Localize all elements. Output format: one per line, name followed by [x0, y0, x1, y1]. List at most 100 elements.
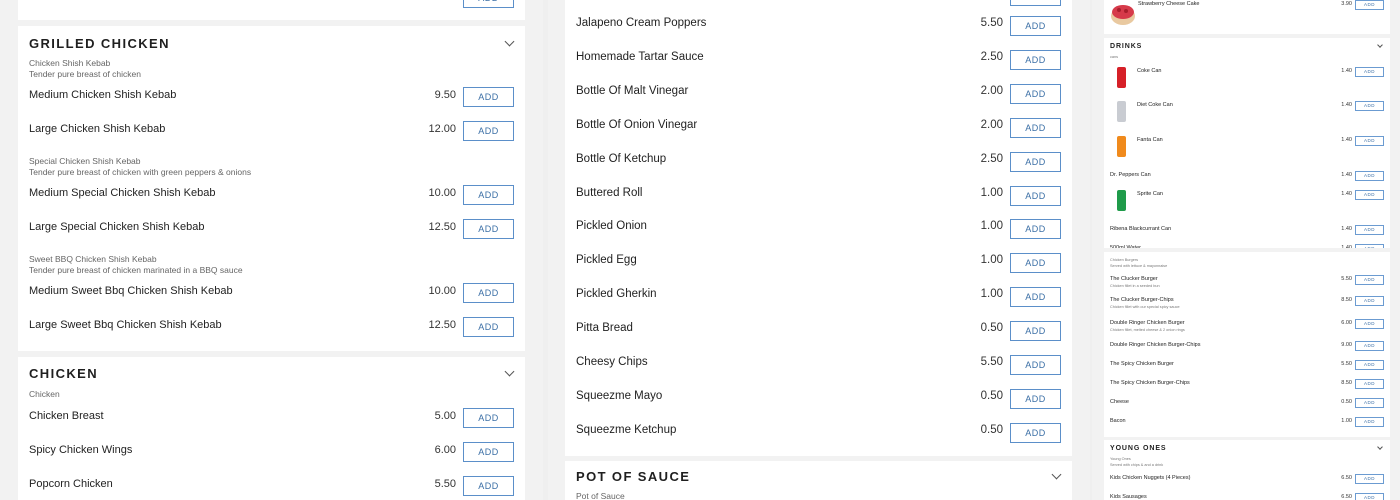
item-price: 2.00 — [980, 118, 1003, 131]
item-price: 2.50 — [980, 152, 1003, 165]
item-name: Spicy Chicken Wings — [29, 444, 133, 456]
item-name: Double Ringer Chicken Burger-Chips — [1110, 342, 1201, 348]
add-button[interactable]: ADD — [1010, 185, 1061, 206]
group-title: Chicken Shish Kebab — [29, 58, 111, 68]
add-button[interactable]: ADD — [1355, 296, 1384, 306]
item-price: 8.50 — [1341, 380, 1352, 386]
item-price: 1.00 — [980, 254, 1003, 267]
item-name: Large Special Chicken Shish Kebab — [29, 221, 205, 233]
item-name: Large Sweet Bbq Chicken Shish Kebab — [29, 319, 222, 331]
add-button[interactable]: ADD — [1355, 474, 1384, 484]
add-button[interactable]: ADD — [1355, 244, 1384, 248]
item-price: 1.40 — [1341, 245, 1352, 248]
item-name: Jalapeno Cream Poppers — [576, 17, 707, 29]
item-name: Pickled Egg — [576, 254, 637, 267]
item-price: 5.50 — [1341, 361, 1352, 367]
add-button[interactable]: ADD — [463, 408, 514, 428]
add-button[interactable]: ADD — [463, 0, 514, 8]
add-button[interactable]: ADD — [1010, 287, 1061, 308]
add-button[interactable]: ADD — [1355, 190, 1384, 200]
item-name: Medium Chicken Shish Kebab — [29, 89, 177, 101]
add-button[interactable]: ADD — [1355, 275, 1384, 285]
add-button[interactable]: ADD — [1010, 388, 1061, 409]
add-button[interactable]: ADD — [463, 185, 514, 205]
section-chicken: CHICKEN Chicken Chicken Breast 5.00 ADD … — [18, 357, 525, 500]
right-column: Strawberry Cheese Cake 3.90 ADD DRINKS c… — [1092, 0, 1400, 500]
item-price: 5.50 — [980, 17, 1003, 29]
add-button[interactable]: ADD — [463, 121, 514, 141]
item-description: Chicken fillet, melted cheese & 2 onion … — [1110, 328, 1185, 332]
item-price: 1.40 — [1341, 102, 1352, 108]
add-button[interactable]: ADD — [463, 219, 514, 239]
item-name: Double Ringer Chicken Burger — [1110, 320, 1185, 326]
add-button[interactable]: ADD — [1355, 379, 1384, 389]
previous-section-tail: ADD — [18, 0, 525, 20]
add-button[interactable]: ADD — [1355, 341, 1384, 351]
section-drinks: DRINKS cans Coke Can 1.40 ADD Diet Coke Can… — [1104, 38, 1390, 248]
item-name: Chicken Breast — [29, 410, 104, 422]
group-title: Young Ones — [1110, 457, 1131, 461]
item-name: Homemade Tartar Sauce — [576, 50, 704, 63]
chevron-down-icon[interactable] — [1377, 42, 1383, 48]
group-description: Tender pure breast of chicken with green… — [29, 167, 252, 177]
item-name: Pitta Bread — [576, 322, 633, 335]
item-price: 0.50 — [1341, 399, 1352, 405]
add-button[interactable]: ADD — [1355, 493, 1384, 500]
add-button[interactable]: ADD — [1355, 67, 1384, 77]
add-button[interactable]: ADD — [1010, 355, 1061, 375]
section-title: POT OF SAUCE — [576, 469, 691, 484]
item-name: Pickled Onion — [576, 220, 647, 233]
group-title: Special Chicken Shish Kebab — [29, 156, 141, 166]
item-name: Cheese — [1110, 399, 1129, 405]
add-button[interactable]: ADD — [1010, 83, 1061, 104]
add-button[interactable]: ADD — [1010, 253, 1061, 274]
add-button[interactable]: ADD — [1355, 417, 1384, 427]
item-name: 500ml Water — [1110, 245, 1141, 248]
add-button[interactable]: ADD — [1010, 16, 1061, 36]
item-name: Squeezme Mayo — [576, 389, 663, 402]
item-price: 1.00 — [980, 220, 1003, 233]
item-name: Squeezme Ketchup — [576, 423, 677, 436]
item-price: 10.00 — [428, 187, 456, 199]
add-button[interactable]: ADD — [1355, 319, 1384, 329]
add-button[interactable]: ADD — [463, 476, 514, 496]
add-button[interactable]: ADD — [463, 283, 514, 303]
item-price: 1.40 — [1341, 172, 1352, 178]
add-button[interactable]: ADD — [463, 442, 514, 462]
chevron-down-icon[interactable] — [504, 366, 515, 377]
add-button[interactable]: ADD — [463, 87, 514, 107]
add-button[interactable]: ADD — [463, 317, 514, 337]
add-button[interactable]: ADD — [1010, 219, 1061, 240]
group-description: Served with lettuce & mayonnaise — [1110, 264, 1168, 268]
middle-column: ADD Jalapeno Cream Poppers 5.50 ADD Homemad… — [548, 0, 1090, 500]
add-button[interactable]: ADD — [1010, 321, 1061, 342]
item-price: 0.50 — [980, 423, 1003, 436]
item-price: 5.50 — [1341, 276, 1352, 282]
item-price: 5.00 — [434, 410, 456, 422]
group-title: Sweet BBQ Chicken Shish Kebab — [29, 254, 157, 264]
add-button[interactable]: ADD — [1355, 360, 1384, 370]
item-price: 1.00 — [1341, 418, 1352, 424]
add-button[interactable]: ADD — [1010, 49, 1061, 70]
item-name: The Clucker Burger — [1110, 276, 1158, 282]
chevron-down-icon[interactable] — [1377, 444, 1383, 450]
item-name: Bottle Of Malt Vinegar — [576, 84, 689, 97]
item-name: Sprite Can — [1137, 191, 1163, 197]
add-button[interactable]: ADD — [1355, 225, 1384, 235]
dessert-item: Strawberry Cheese Cake 3.90 ADD — [1104, 0, 1390, 34]
section-title: DRINKS — [1110, 43, 1143, 50]
add-button[interactable]: ADD — [1010, 422, 1061, 443]
add-button[interactable]: ADD — [1010, 117, 1061, 138]
add-button[interactable]: ADD — [1355, 171, 1384, 181]
add-button[interactable]: ADD — [1010, 0, 1061, 6]
item-price: 10.00 — [428, 285, 456, 297]
add-button[interactable]: ADD — [1355, 398, 1384, 408]
add-button[interactable]: ADD — [1355, 101, 1384, 111]
chevron-down-icon[interactable] — [504, 36, 515, 47]
add-button[interactable]: ADD — [1355, 0, 1384, 10]
item-name: Fanta Can — [1137, 137, 1163, 143]
add-button[interactable]: ADD — [1355, 136, 1384, 146]
item-name: Bottle Of Onion Vinegar — [576, 118, 698, 131]
add-button[interactable]: ADD — [1010, 151, 1061, 172]
chevron-down-icon[interactable] — [1051, 469, 1062, 480]
